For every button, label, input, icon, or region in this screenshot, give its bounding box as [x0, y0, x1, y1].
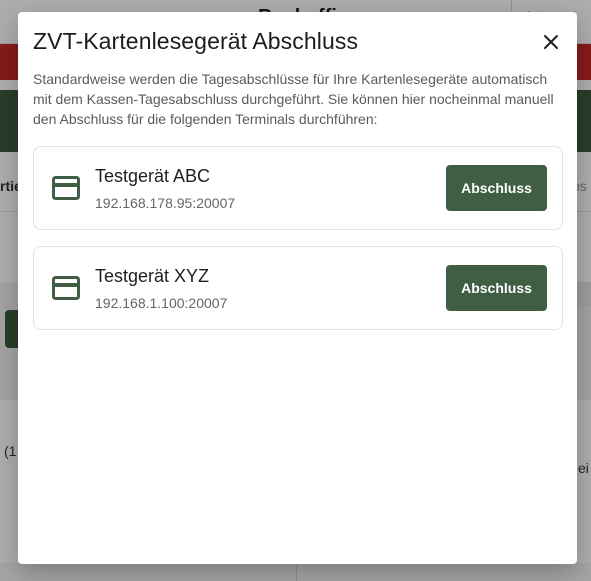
- terminal-card: Testgerät XYZ 192.168.1.100:20007 Abschl…: [33, 246, 563, 330]
- dialog-title: ZVT-Kartenlesegerät Abschluss: [33, 28, 359, 54]
- close-icon: [544, 35, 558, 49]
- terminal-name: Testgerät ABC: [95, 166, 211, 186]
- terminal-address: 192.168.1.100:20007: [95, 295, 228, 311]
- dialog-description: Standardweise werden die Tagesabschlüsse…: [33, 71, 554, 127]
- abschluss-button[interactable]: Abschluss: [446, 165, 547, 211]
- zvt-closing-dialog: ZVT-Kartenlesegerät Abschluss Standardwe…: [18, 12, 577, 564]
- terminal-address: 192.168.178.95:20007: [95, 195, 236, 211]
- credit-card-icon: [52, 176, 80, 200]
- terminal-card: Testgerät ABC 192.168.178.95:20007 Absch…: [33, 146, 563, 230]
- credit-card-icon: [52, 276, 80, 300]
- close-button[interactable]: [537, 28, 565, 56]
- abschluss-button[interactable]: Abschluss: [446, 265, 547, 311]
- terminal-name: Testgerät XYZ: [95, 266, 210, 286]
